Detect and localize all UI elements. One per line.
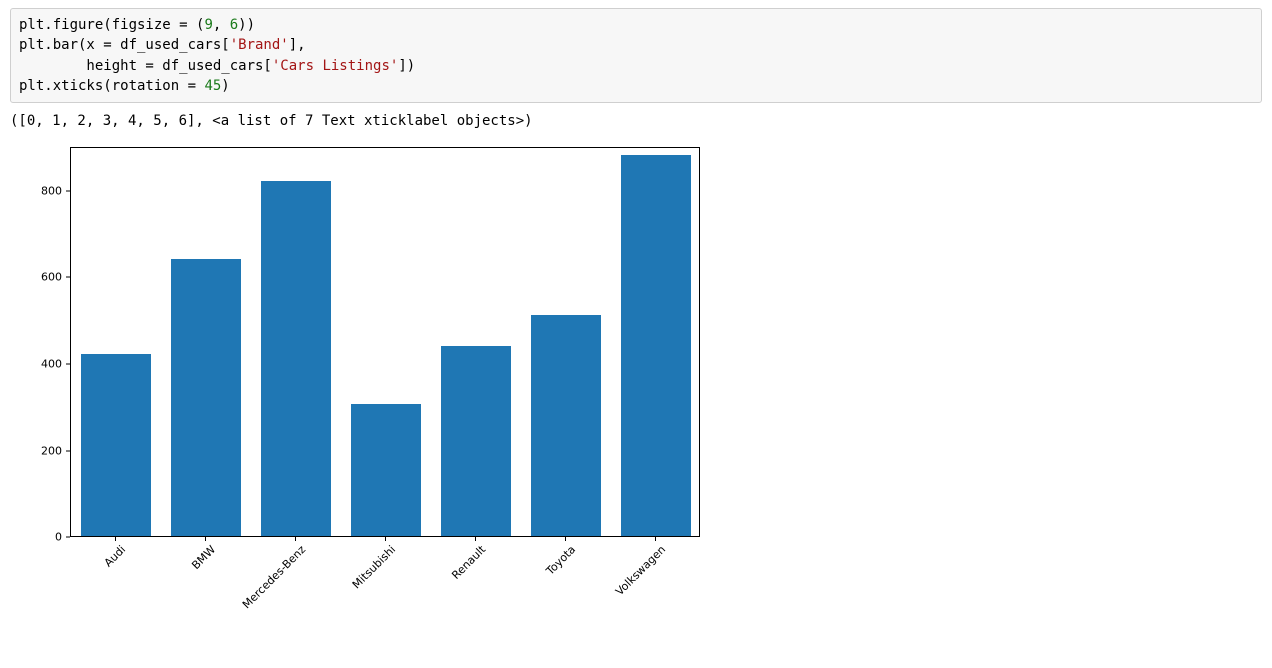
x-tick-mark (205, 537, 206, 541)
x-tick-label: Toyota (544, 543, 579, 578)
x-tick-label: Audi (102, 543, 129, 570)
y-tick-label: 400 (14, 357, 62, 370)
bar (441, 346, 511, 537)
bar (261, 181, 331, 536)
code-line-2: plt.bar(x = df_used_cars['Brand'], (19, 37, 306, 53)
bar (531, 315, 601, 536)
x-tick-mark (475, 537, 476, 541)
code-line-3: height = df_used_cars['Cars Listings']) (19, 58, 415, 74)
y-tick-label: 800 (14, 184, 62, 197)
x-tick-label: Mitsubishi (350, 543, 398, 591)
output-text: ([0, 1, 2, 3, 4, 5, 6], <a list of 7 Tex… (10, 113, 1262, 129)
y-tick-label: 200 (14, 444, 62, 457)
code-cell[interactable]: plt.figure(figsize = (9, 6)) plt.bar(x =… (10, 8, 1262, 103)
x-tick-mark (295, 537, 296, 541)
y-tick-label: 600 (14, 271, 62, 284)
code-line-1: plt.figure(figsize = (9, 6)) (19, 17, 255, 33)
x-tick-mark (655, 537, 656, 541)
bar (81, 354, 151, 536)
plot-area (70, 147, 700, 537)
x-tick-label: Renault (449, 543, 488, 582)
x-tick-label: BMW (189, 543, 218, 572)
x-tick-mark (385, 537, 386, 541)
x-axis: Audi BMW Mercedes-Benz Mitsubishi Renault Toy… (70, 537, 700, 617)
x-tick-label: Mercedes-Benz (240, 543, 308, 611)
bars-container (71, 148, 699, 536)
y-tick-label: 0 (14, 531, 62, 544)
y-axis: 0200400600800 (14, 147, 66, 537)
x-tick-mark (115, 537, 116, 541)
code-line-4: plt.xticks(rotation = 45) (19, 78, 230, 94)
x-tick-mark (565, 537, 566, 541)
x-tick-label: Volkswagen (613, 543, 668, 598)
bar-chart: 0200400600800 AudiBMWMercedes-BenzMitsub… (14, 147, 714, 537)
bar (351, 404, 421, 536)
bar (171, 259, 241, 536)
bar (621, 155, 691, 536)
